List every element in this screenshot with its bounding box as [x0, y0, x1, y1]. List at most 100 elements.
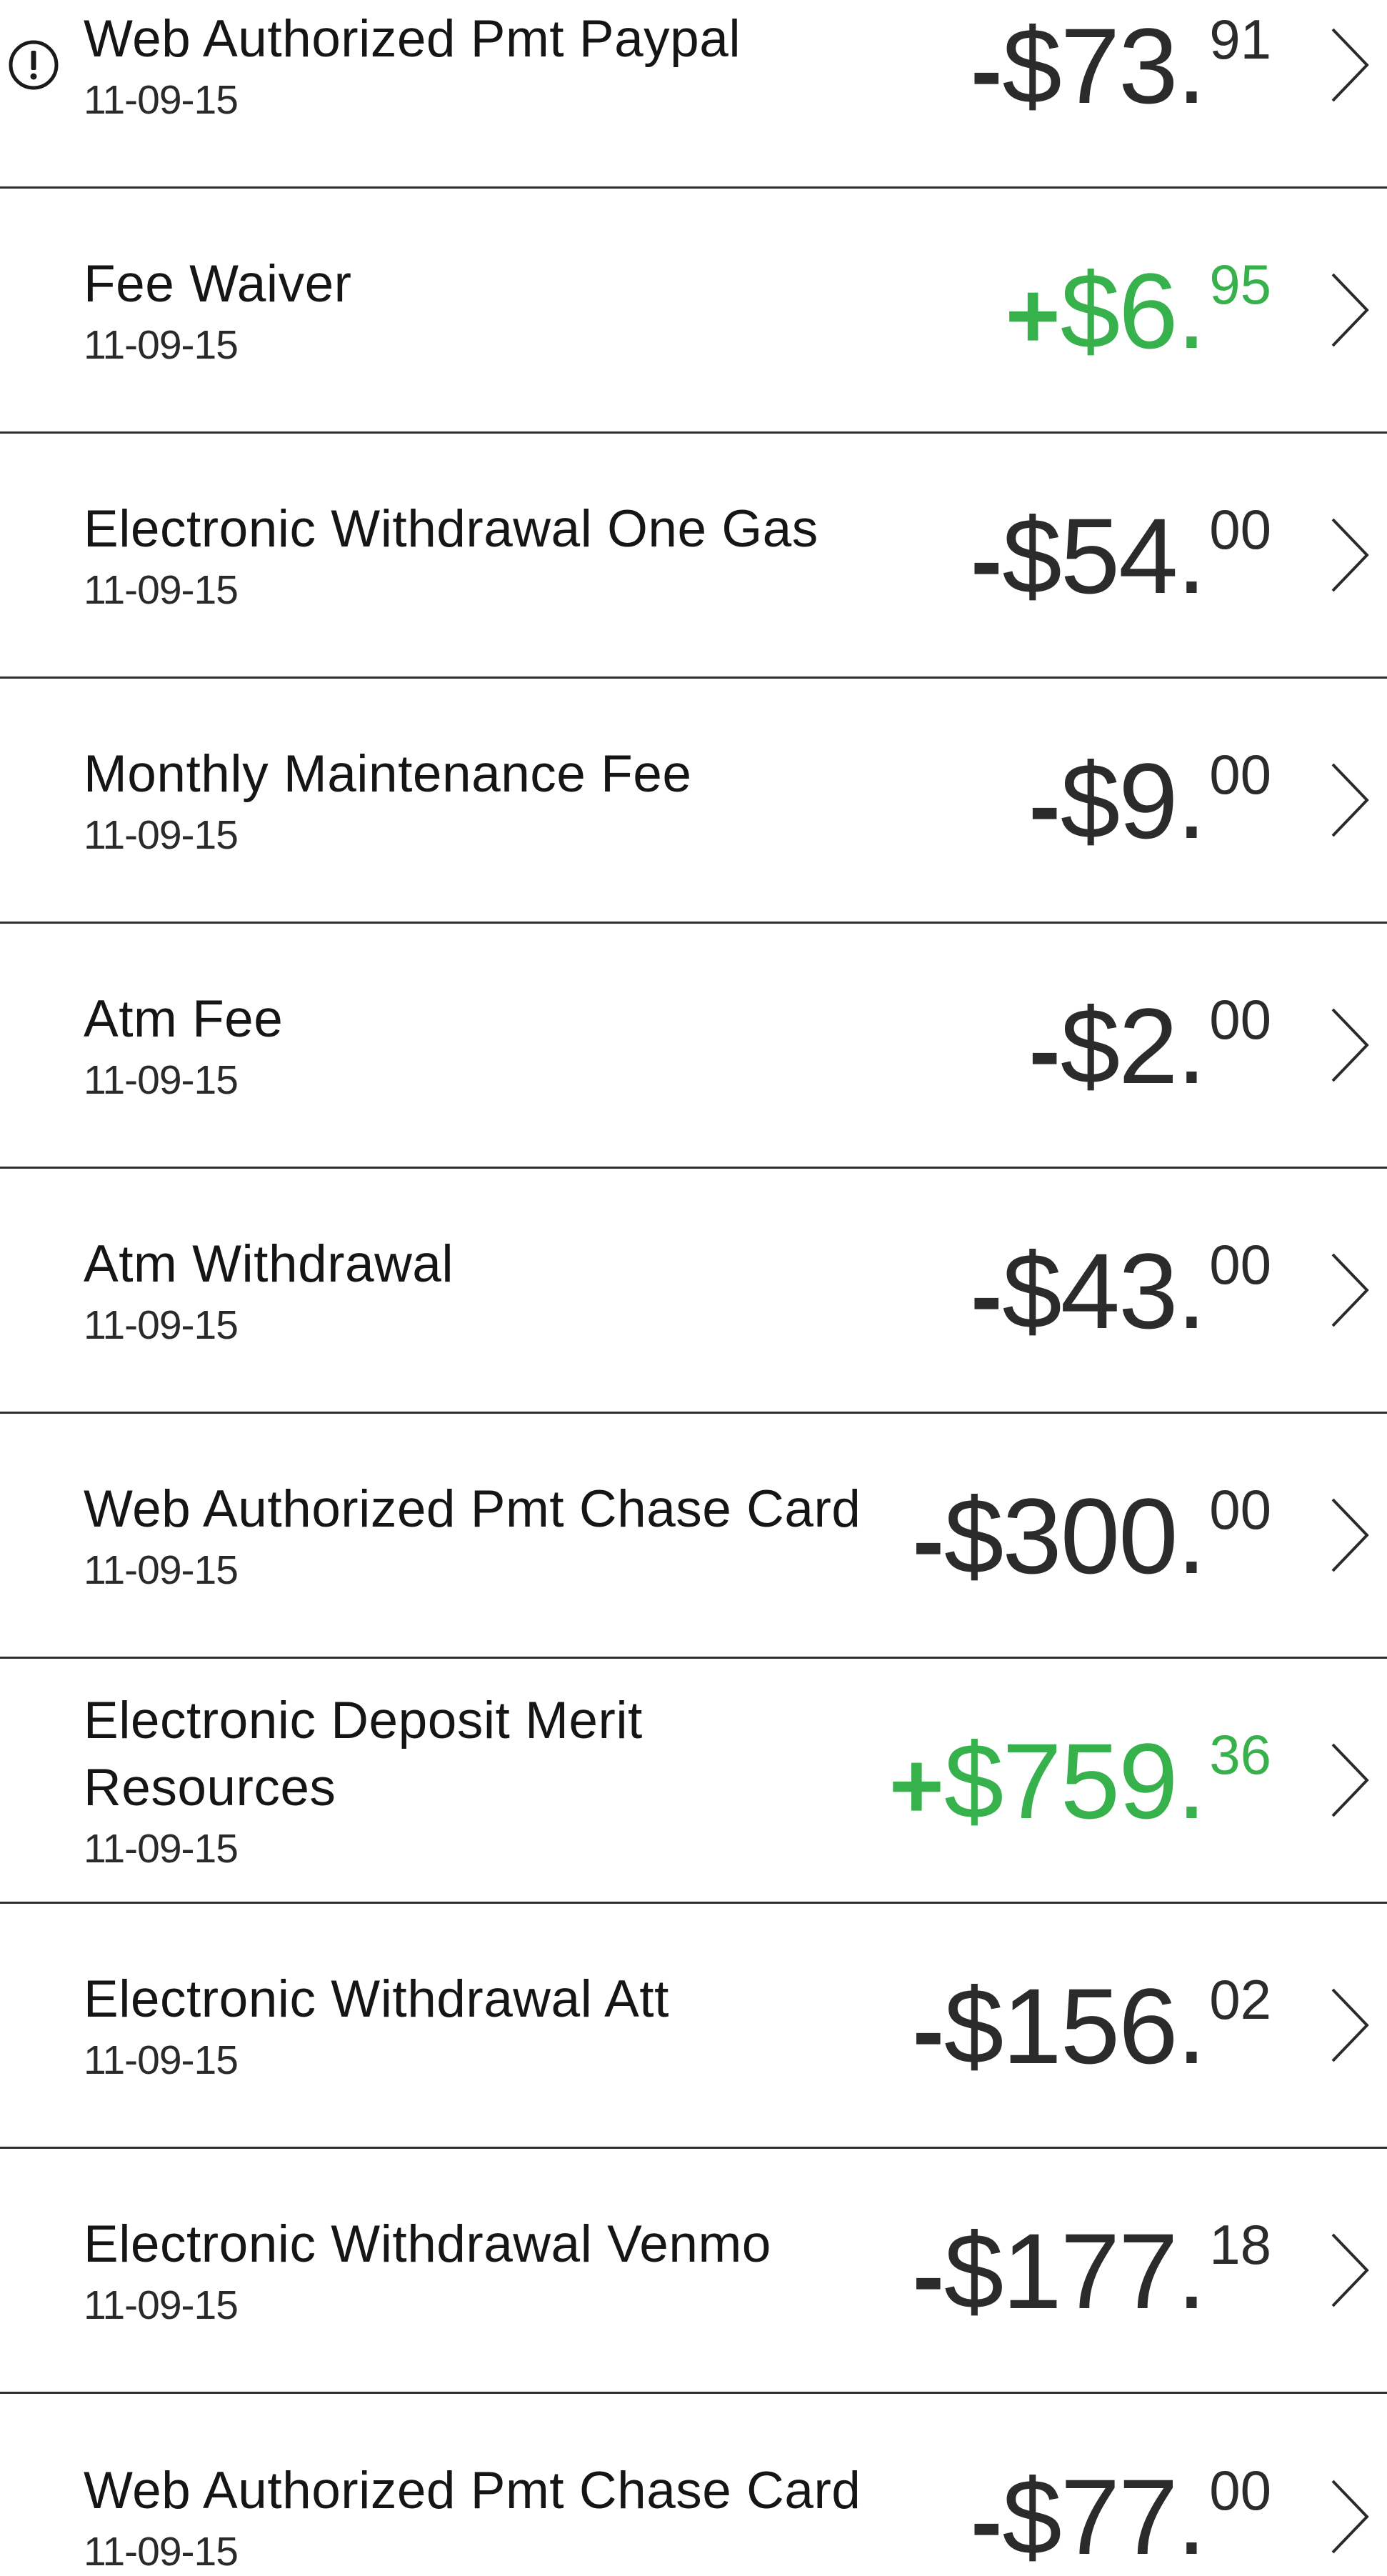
transaction-title: Fee Waiver [84, 255, 352, 313]
transaction-text: Web Authorized Pmt Chase Card 11-09-15 [84, 2394, 905, 2576]
transaction-date: 11-09-15 [84, 1826, 239, 1872]
amount-dollars: $156. [943, 1965, 1206, 2086]
amount-cents: 36 [1209, 1722, 1271, 1786]
amount-sign: - [912, 1487, 944, 1593]
transaction-amount: -$156.02 [913, 1904, 1271, 2147]
amount-sign: + [1005, 262, 1061, 368]
transaction-title: Atm Withdrawal [84, 1235, 454, 1293]
transaction-row[interactable]: Web Authorized Pmt Chase Card 11-09-15 -… [0, 2394, 1387, 2576]
amount-cents: 00 [1209, 1232, 1271, 1296]
amount-sign: - [971, 2469, 1003, 2574]
chevron-right-icon[interactable] [1324, 22, 1374, 108]
amount-sign: - [971, 1242, 1003, 1348]
amount-cents: 00 [1209, 2459, 1271, 2522]
amount-cents: 02 [1209, 1967, 1271, 2031]
amount-dollars: $759. [943, 1720, 1206, 1841]
transaction-amount: -$54.00 [971, 434, 1271, 677]
amount-sign: - [912, 2222, 944, 2328]
amount-cents: 18 [1209, 2212, 1271, 2276]
amount-cents: 00 [1209, 987, 1271, 1051]
chevron-right-icon[interactable] [1324, 1002, 1374, 1088]
transaction-date: 11-09-15 [84, 2528, 239, 2575]
amount-dollars: $9. [1060, 740, 1207, 861]
chevron-right-icon[interactable] [1324, 512, 1374, 598]
transaction-date: 11-09-15 [84, 567, 239, 613]
transaction-amount: -$73.91 [971, 0, 1271, 186]
transaction-title: Web Authorized Pmt Chase Card [84, 2461, 861, 2520]
transaction-date: 11-09-15 [84, 77, 239, 123]
transaction-date: 11-09-15 [84, 812, 239, 858]
amount-sign: - [912, 1977, 944, 2083]
transaction-date: 11-09-15 [84, 2282, 239, 2328]
transaction-text: Web Authorized Pmt Chase Card 11-09-15 [84, 1414, 905, 1657]
chevron-right-icon[interactable] [1324, 1982, 1374, 2068]
amount-sign: - [1028, 752, 1061, 858]
transaction-amount: -$2.00 [1029, 924, 1271, 1167]
transaction-text: Monthly Maintenance Fee 11-09-15 [84, 679, 905, 922]
chevron-right-icon[interactable] [1324, 1492, 1374, 1578]
chevron-right-icon[interactable] [1324, 757, 1374, 843]
transaction-text: Atm Withdrawal 11-09-15 [84, 1169, 905, 1412]
transaction-row[interactable]: Fee Waiver 11-09-15 +$6.95 [0, 189, 1387, 434]
transaction-amount: +$759.36 [889, 1659, 1271, 1902]
transaction-title: Atm Fee [84, 990, 284, 1048]
transaction-title: Web Authorized Pmt Paypal [84, 10, 741, 68]
amount-sign: + [888, 1732, 944, 1838]
amount-sign: - [1028, 997, 1061, 1103]
transaction-text: Fee Waiver 11-09-15 [84, 189, 905, 431]
transaction-text: Electronic Withdrawal Att 11-09-15 [84, 1904, 905, 2147]
amount-dollars: $43. [1002, 1230, 1206, 1351]
amount-cents: 00 [1209, 1477, 1271, 1541]
amount-dollars: $2. [1060, 985, 1207, 1106]
amount-cents: 91 [1209, 7, 1271, 71]
transaction-date: 11-09-15 [84, 2037, 239, 2083]
transaction-amount: -$300.00 [913, 1414, 1271, 1657]
transaction-row[interactable]: Electronic Withdrawal One Gas 11-09-15 -… [0, 434, 1387, 679]
transaction-row[interactable]: Electronic Withdrawal Venmo 11-09-15 -$1… [0, 2149, 1387, 2394]
amount-dollars: $73. [1002, 5, 1206, 126]
transaction-text: Atm Fee 11-09-15 [84, 924, 905, 1167]
amount-dollars: $300. [943, 1475, 1206, 1596]
transaction-date: 11-09-15 [84, 1302, 239, 1348]
amount-sign: - [971, 507, 1003, 613]
transaction-row[interactable]: Monthly Maintenance Fee 11-09-15 -$9.00 [0, 679, 1387, 924]
amount-dollars: $77. [1002, 2457, 1206, 2576]
transaction-date: 11-09-15 [84, 1057, 239, 1103]
amount-dollars: $54. [1002, 495, 1206, 616]
amount-sign: - [971, 17, 1003, 123]
transaction-title: Electronic Withdrawal One Gas [84, 500, 818, 558]
amount-dollars: $6. [1060, 250, 1207, 371]
transaction-title: Electronic Withdrawal Att [84, 1970, 669, 2028]
amount-cents: 95 [1209, 252, 1271, 316]
chevron-right-icon[interactable] [1324, 2227, 1374, 2313]
transaction-row[interactable]: Electronic Withdrawal Att 11-09-15 -$156… [0, 1904, 1387, 2149]
transaction-text: Electronic Withdrawal Venmo 11-09-15 [84, 2149, 905, 2392]
amount-cents: 00 [1209, 497, 1271, 561]
transaction-amount: -$9.00 [1029, 679, 1271, 922]
amount-dollars: $177. [943, 2210, 1206, 2331]
transaction-text: Electronic Withdrawal One Gas 11-09-15 [84, 434, 905, 677]
transaction-amount: -$177.18 [913, 2149, 1271, 2392]
transaction-row[interactable]: Electronic Deposit Merit Resources 11-09… [0, 1659, 1387, 1904]
transaction-row[interactable]: Web Authorized Pmt Paypal 11-09-15 -$73.… [0, 0, 1387, 189]
transaction-text: Web Authorized Pmt Paypal 11-09-15 [84, 0, 905, 186]
transaction-title: Monthly Maintenance Fee [84, 745, 692, 803]
transaction-title: Electronic Withdrawal Venmo [84, 2215, 771, 2273]
transaction-list: Web Authorized Pmt Paypal 11-09-15 -$73.… [0, 0, 1387, 2576]
transaction-row[interactable]: Atm Fee 11-09-15 -$2.00 [0, 924, 1387, 1169]
exclamation-circle-icon [9, 40, 59, 90]
transaction-date: 11-09-15 [84, 322, 239, 368]
transaction-title: Electronic Deposit Merit Resources [84, 1692, 643, 1817]
chevron-right-icon[interactable] [1324, 1247, 1374, 1333]
transaction-amount: -$77.00 [971, 2394, 1271, 2576]
transaction-amount: -$43.00 [971, 1169, 1271, 1412]
transaction-text: Electronic Deposit Merit Resources 11-09… [84, 1659, 762, 1902]
chevron-right-icon[interactable] [1324, 1737, 1374, 1823]
transaction-row[interactable]: Web Authorized Pmt Chase Card 11-09-15 -… [0, 1414, 1387, 1659]
chevron-right-icon[interactable] [1324, 2474, 1374, 2560]
chevron-right-icon[interactable] [1324, 267, 1374, 353]
transaction-row[interactable]: Atm Withdrawal 11-09-15 -$43.00 [0, 1169, 1387, 1414]
transaction-amount: +$6.95 [1006, 189, 1271, 431]
transaction-date: 11-09-15 [84, 1547, 239, 1593]
transaction-title: Web Authorized Pmt Chase Card [84, 1480, 861, 1538]
